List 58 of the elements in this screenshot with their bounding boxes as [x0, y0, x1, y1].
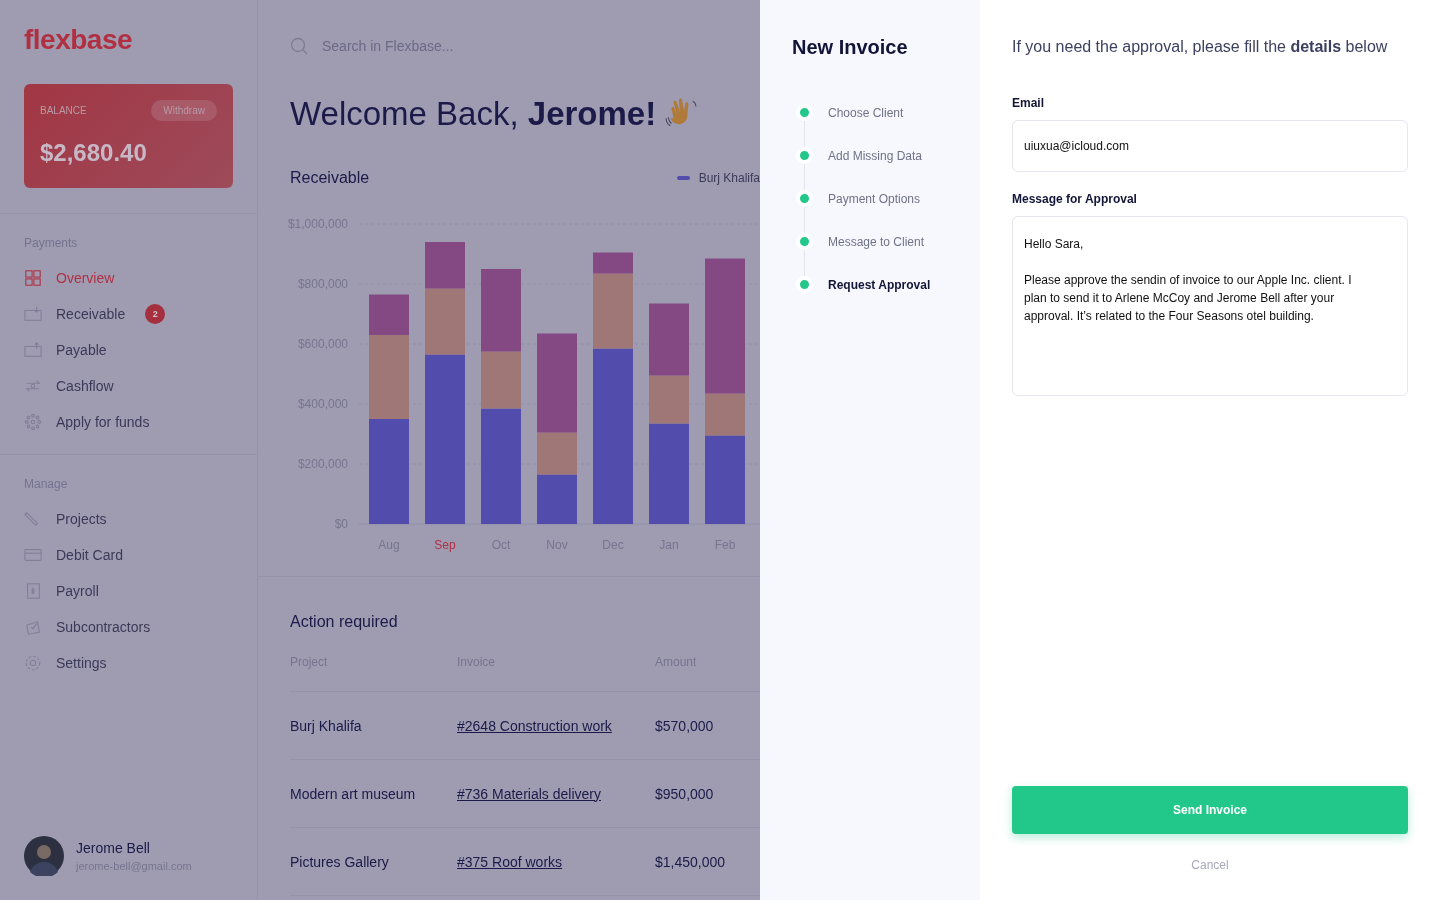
nav-item[interactable]: Receivable 2 — [24, 296, 233, 332]
step-dot — [796, 104, 813, 121]
step-item[interactable]: Choose Client — [792, 91, 948, 134]
nav-item[interactable]: Settings — [24, 645, 233, 681]
step-item[interactable]: Request Approval — [792, 263, 948, 306]
cancel-button[interactable]: Cancel — [1183, 854, 1237, 876]
invoice-link[interactable]: #375 Roof works — [457, 853, 563, 870]
step-dot — [796, 233, 813, 250]
legend-swatch — [676, 176, 690, 180]
search-icon — [290, 37, 308, 55]
step-dot — [796, 147, 813, 164]
card-icon — [24, 546, 42, 564]
welcome-heading: Welcome Back, Jerome! — [290, 95, 657, 133]
table-cell: $570,000 — [655, 717, 714, 734]
nav-item[interactable]: Payroll — [24, 573, 233, 609]
invoice-link[interactable]: #736 Materials delivery — [457, 785, 601, 802]
nav-item[interactable]: Overview — [24, 260, 233, 296]
field-label: Message for Approval — [1012, 192, 1138, 206]
step-item[interactable]: Message to Client — [792, 220, 948, 263]
message-field[interactable]: Hello Sara, Please approve the sendin of invoice to our Apple Inc. client. I plan to send it to Arlene McCoy and Jerome Bell after your approval. It’s related to the Four Seasons otel building. — [1012, 216, 1408, 396]
invoice-link[interactable]: #2648 Construction work — [457, 717, 612, 734]
bar-segment — [537, 474, 577, 524]
user-name: Jerome Bell — [76, 840, 151, 856]
nav-item[interactable]: Cashflow — [24, 368, 233, 404]
nav-item[interactable]: Payable — [24, 332, 233, 368]
table-cell-text: Pictures Gallery — [290, 853, 390, 870]
table-cell: $950,000 — [655, 785, 714, 802]
cash-out-icon — [24, 341, 42, 359]
chart-title: Receivable — [290, 169, 370, 187]
step-dot — [796, 276, 813, 293]
nav-item[interactable]: Debit Card — [24, 537, 233, 573]
balance-label: BALANCE — [40, 105, 87, 116]
doc-icon — [24, 582, 42, 600]
form-intro: If you need the approval, please fill the details below — [1012, 38, 1389, 56]
dots-icon — [24, 413, 42, 431]
avatar — [24, 836, 64, 876]
legend-label: Burj Khalifa — [698, 171, 760, 185]
panel-title: New Invoice — [792, 36, 909, 59]
step-item[interactable]: Add Missing Data — [792, 134, 948, 177]
nav-item[interactable]: Apply for funds — [24, 404, 233, 440]
table-cell-text: Burj Khalifa — [290, 717, 363, 734]
step-dot — [796, 190, 813, 207]
balance-amount: $2,680.40 — [40, 139, 148, 167]
step-item[interactable]: Payment Options — [792, 177, 948, 220]
cash-in-icon — [24, 305, 42, 323]
count-badge: 2 — [145, 304, 166, 324]
email-field[interactable]: uiuxua@icloud.com — [1012, 120, 1408, 172]
field-label: Email — [1012, 96, 1045, 110]
grid-icon — [24, 269, 42, 287]
section-title: Action required — [290, 613, 399, 631]
logo: flexbase — [23, 23, 134, 57]
bar-segment — [425, 242, 465, 289]
send-invoice-button[interactable]: Send Invoice — [1012, 786, 1408, 834]
nav-item[interactable]: Projects — [24, 501, 233, 537]
table-cell-text: Modern art museum — [290, 785, 417, 802]
month-label[interactable]: Sep — [434, 538, 456, 552]
nav-item[interactable]: Subcontractors — [24, 609, 233, 645]
table-cell: $1,450,000 — [655, 853, 726, 870]
